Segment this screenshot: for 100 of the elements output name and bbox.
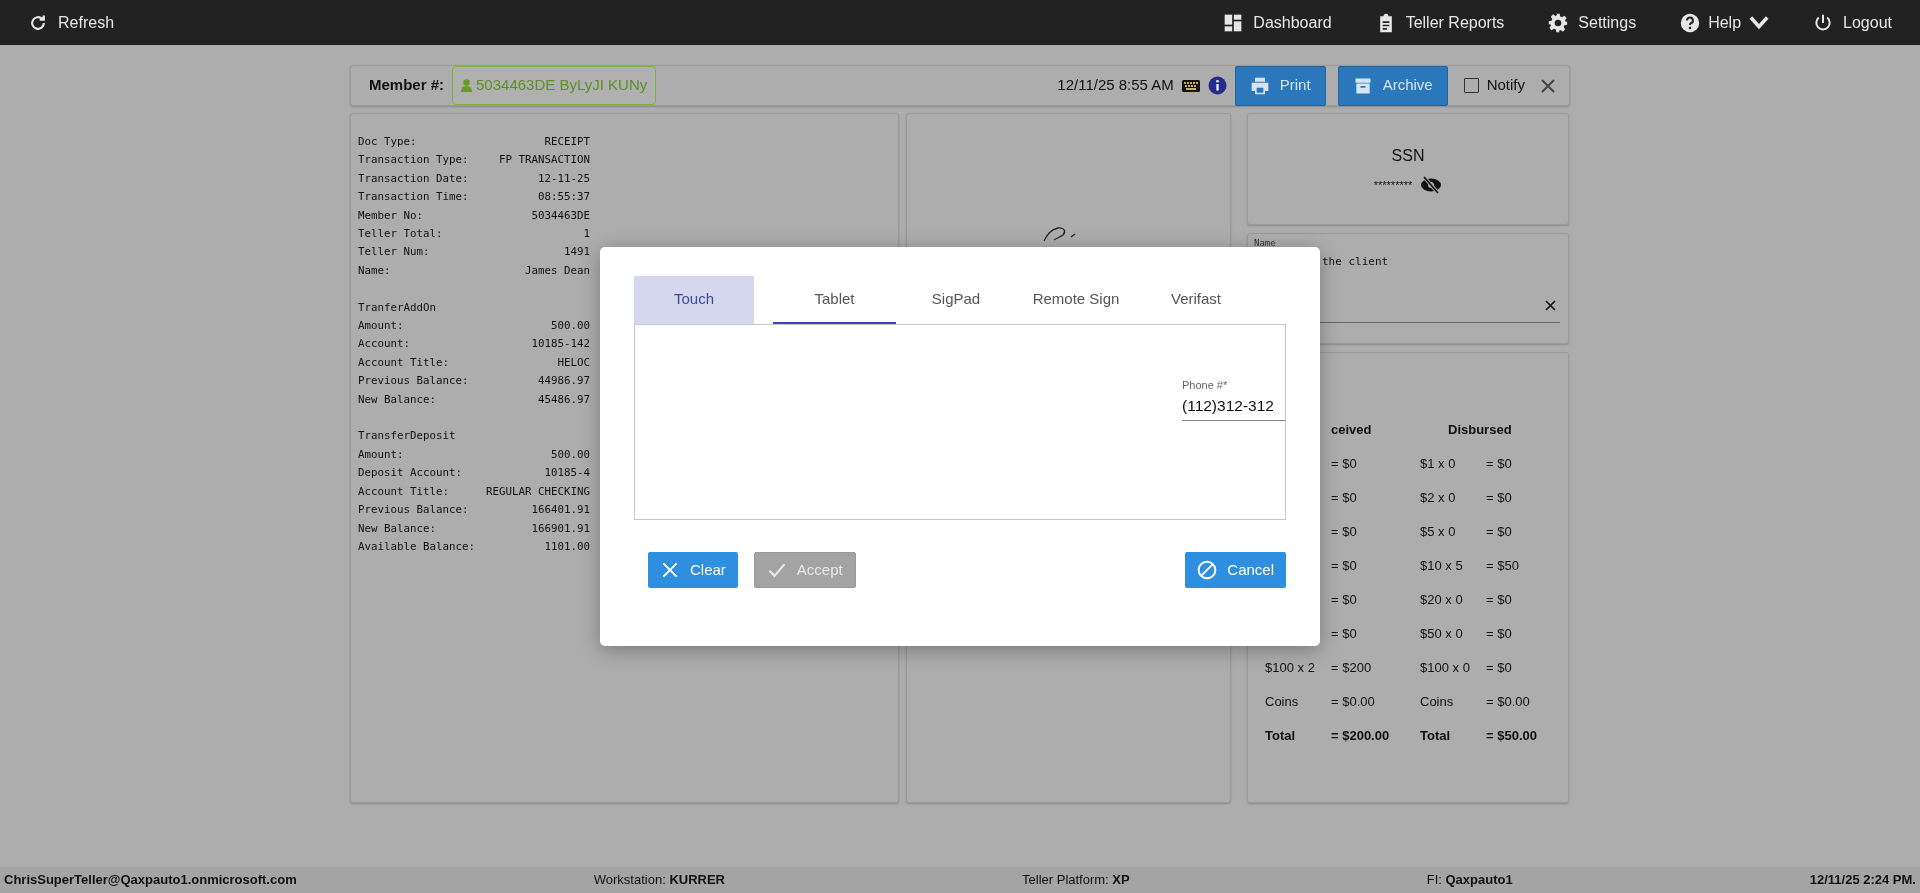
cash-amount: = $0 bbox=[1331, 523, 1358, 542]
receipt-value: RECEIPT bbox=[544, 134, 590, 150]
cash-label: Coins bbox=[1265, 693, 1300, 712]
archive-button[interactable]: Archive bbox=[1337, 65, 1448, 106]
cash-amount: = $0 bbox=[1486, 455, 1513, 474]
ban-icon bbox=[1197, 560, 1218, 580]
receipt-value: 166901.91 bbox=[531, 520, 590, 537]
receipt-label: Member No: bbox=[358, 207, 423, 224]
receipt-label: Deposit Account: bbox=[358, 465, 462, 482]
receipt-value: 500.00 bbox=[551, 446, 590, 463]
info-icon[interactable] bbox=[1207, 76, 1227, 95]
receipt-label: Account Title: bbox=[358, 483, 449, 500]
receipt-value: 500.00 bbox=[551, 318, 590, 335]
receipt-label: Transaction Date: bbox=[358, 170, 469, 187]
cash-amount: = $50.00 bbox=[1486, 727, 1538, 746]
keyboard-icon bbox=[1181, 79, 1200, 92]
nav-link[interactable]: Teller Reports bbox=[1375, 10, 1505, 35]
cash-label: $100 x 2 bbox=[1265, 659, 1316, 678]
cash-label: $100 x 0 bbox=[1420, 659, 1471, 678]
receipt-label: Transaction Time: bbox=[358, 189, 469, 206]
status-text: ChrisSuperTeller@Qaxpauto1.onmicrosoft.com bbox=[4, 871, 297, 890]
status-text: Workstation: KURRER bbox=[593, 871, 725, 890]
receipt-label: Account: bbox=[358, 336, 410, 353]
signature-pad[interactable]: Phone #* (112)312-312 bbox=[634, 324, 1286, 520]
receipt-value: 12-11-25 bbox=[538, 170, 590, 187]
receipt-heading: TransferDeposit bbox=[358, 428, 457, 445]
eye-slash-icon[interactable] bbox=[1420, 176, 1443, 194]
receipt-value: 1101.00 bbox=[544, 538, 590, 555]
cash-amount: = $0 bbox=[1331, 557, 1358, 576]
clear-icon[interactable] bbox=[1545, 300, 1556, 311]
receipt-label: Previous Balance: bbox=[358, 373, 469, 390]
cash-label: $20 x 0 bbox=[1420, 591, 1464, 610]
member-label: Member #: bbox=[369, 75, 445, 96]
column-heading: Disbursed bbox=[1447, 421, 1513, 440]
cash-amount: = $0 bbox=[1331, 489, 1358, 508]
status-text: Teller Platform: XP bbox=[1022, 871, 1130, 890]
cash-amount: = $0 bbox=[1486, 591, 1513, 610]
receipt-label: Transaction Type: bbox=[358, 152, 469, 169]
print-button[interactable]: Print bbox=[1234, 65, 1326, 106]
receipt-value: 5034463DE bbox=[531, 207, 590, 224]
status-text: 12/11/25 2:24 PM. bbox=[1809, 871, 1916, 890]
status-text: FI: Qaxpauto1 bbox=[1426, 871, 1513, 890]
power-icon bbox=[1813, 12, 1834, 33]
receipt-value: 08:55:37 bbox=[538, 189, 590, 206]
cash-amount: = $0 bbox=[1331, 591, 1358, 610]
ssn-title: SSN bbox=[1391, 146, 1425, 166]
phone-field[interactable]: Phone #* (112)312-312 bbox=[1182, 377, 1286, 421]
receipt-label: Account Title: bbox=[358, 354, 449, 371]
receipt-label: Amount: bbox=[358, 446, 404, 463]
cash-amount: = $0 bbox=[1486, 625, 1513, 644]
cash-label: $1 x 0 bbox=[1420, 455, 1457, 474]
cash-amount: = $0 bbox=[1331, 625, 1358, 644]
client-text: the client bbox=[1322, 254, 1389, 270]
signature-drawing bbox=[1043, 226, 1077, 242]
receipt-value: 44986.97 bbox=[538, 373, 590, 390]
dashboard-icon bbox=[1223, 12, 1244, 33]
name-label: Name bbox=[1254, 237, 1276, 250]
receipt-value: 1 bbox=[583, 226, 590, 243]
receipt-value: 45486.97 bbox=[538, 391, 590, 408]
nav-link[interactable]: Settings bbox=[1548, 10, 1637, 35]
cash-amount: = $50 bbox=[1486, 557, 1520, 576]
phone-label: Phone #* bbox=[1182, 378, 1229, 393]
nav-link[interactable]: Help bbox=[1680, 10, 1770, 35]
receipt-label: Teller Num: bbox=[358, 244, 430, 261]
cash-label: $5 x 0 bbox=[1420, 523, 1457, 542]
nav-link[interactable]: Dashboard bbox=[1223, 10, 1332, 35]
cash-label: $2 x 0 bbox=[1420, 489, 1457, 508]
receipt-value: James Dean bbox=[525, 262, 590, 279]
nav-link[interactable]: Logout bbox=[1813, 10, 1892, 35]
settings-icon bbox=[1548, 12, 1569, 33]
cash-amount: = $0 bbox=[1486, 659, 1513, 678]
phone-value: (112)312-312 bbox=[1182, 395, 1275, 416]
receipt-label: Previous Balance: bbox=[358, 502, 469, 519]
receipt-value: FP TRANSACTION bbox=[499, 152, 590, 169]
help-icon bbox=[1680, 12, 1701, 33]
receipt-label: Amount: bbox=[358, 318, 404, 335]
cash-amount: = $200.00 bbox=[1331, 727, 1391, 746]
cash-amount: = $0 bbox=[1331, 455, 1358, 474]
cash-label: $10 x 5 bbox=[1420, 557, 1464, 576]
dialog-tab[interactable]: Touch bbox=[634, 276, 754, 324]
refresh-button[interactable]: Refresh bbox=[28, 10, 115, 35]
column-heading: ceived bbox=[1331, 421, 1373, 440]
date-time: 12/11/25 8:55 AM bbox=[1057, 75, 1174, 96]
ssn-value: ********* bbox=[1373, 177, 1413, 193]
receipt-value: 1491 bbox=[564, 244, 590, 261]
receipt-label: Doc Type: bbox=[358, 134, 417, 150]
cash-label: Total bbox=[1265, 727, 1297, 746]
cash-amount: = $0.00 bbox=[1331, 693, 1376, 712]
cash-amount: = $0.00 bbox=[1486, 693, 1531, 712]
receipt-label: New Balance: bbox=[358, 520, 436, 537]
close-icon bbox=[660, 560, 680, 580]
receipt-value: 10185-142 bbox=[531, 336, 590, 353]
close-icon[interactable] bbox=[1541, 78, 1555, 93]
receipt-label: Name: bbox=[358, 262, 391, 279]
receipt-value: 10185-4 bbox=[544, 465, 590, 482]
person-icon bbox=[461, 79, 473, 92]
notify-checkbox[interactable]: Notify bbox=[1463, 74, 1525, 97]
cash-label: Coins bbox=[1420, 693, 1455, 712]
cash-label: $50 x 0 bbox=[1420, 625, 1464, 644]
receipt-value: REGULAR CHECKING bbox=[486, 483, 590, 500]
